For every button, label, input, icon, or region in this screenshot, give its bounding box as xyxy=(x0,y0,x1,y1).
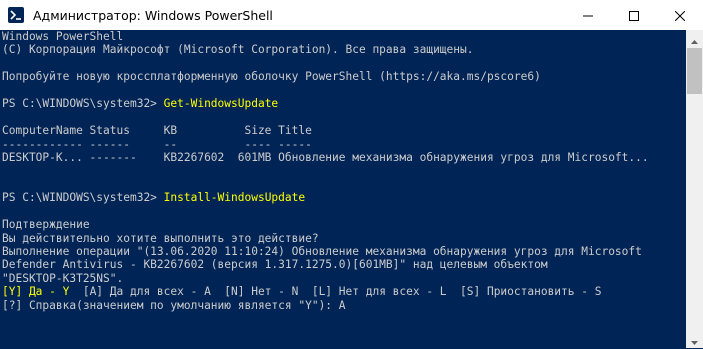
command-text: Get-WindowsUpdate xyxy=(163,97,279,111)
console-line: Defender Antivirus - KB2267602 (версия 1… xyxy=(2,258,548,272)
chevron-down-icon xyxy=(691,330,698,349)
chevron-up-icon xyxy=(691,29,698,48)
console-line: [Y] Да - Y [A] Да для всех - A [N] Нет -… xyxy=(2,285,684,298)
window-title: Администратор: Windows PowerShell xyxy=(33,7,273,23)
console-line: ------------ ------ -- ---- ----- xyxy=(2,137,312,151)
console-line: Выполнение операции "(13.06.2020 11:10:2… xyxy=(2,245,642,258)
scroll-down-button[interactable] xyxy=(686,331,703,348)
console-line: "DESKTOP-K3T25NS". xyxy=(2,271,124,285)
vertical-scrollbar[interactable] xyxy=(686,30,703,348)
console-line: [?] Справка(значением по умолчанию являе… xyxy=(2,298,346,312)
title-bar[interactable]: Администратор: Windows PowerShell xyxy=(0,0,703,30)
scroll-thumb[interactable] xyxy=(687,48,702,94)
prompt-text: PS C:\WINDOWS\system32> xyxy=(2,191,164,205)
maximize-button[interactable] xyxy=(611,0,657,30)
console-line: Подтверждение xyxy=(2,218,90,232)
maximize-icon xyxy=(629,6,639,25)
console-line: DESKTOP-K... ------- KB2267602 601MB Обн… xyxy=(2,150,649,164)
close-button[interactable] xyxy=(657,0,703,30)
console-line: Windows PowerShell xyxy=(2,30,124,43)
window-controls xyxy=(565,0,703,30)
console-line: PS C:\WINDOWS\system32> Install-WindowsU… xyxy=(2,191,684,204)
minimize-icon xyxy=(583,6,593,25)
console-line: ComputerName Status KB Size Title xyxy=(2,124,312,138)
console-line: PS C:\WINDOWS\system32> Get-WindowsUpdat… xyxy=(2,97,684,110)
minimize-button[interactable] xyxy=(565,0,611,30)
powershell-window: Администратор: Windows PowerShell Window… xyxy=(0,0,703,348)
console-line: (C) Корпорация Майкрософт (Microsoft Cor… xyxy=(2,43,474,57)
console-line: Попробуйте новую кроссплатформенную обол… xyxy=(2,70,541,84)
console-line: Вы действительно хотите выполнить это де… xyxy=(2,231,319,245)
command-text: Install-WindowsUpdate xyxy=(163,191,306,205)
prompt-text: PS C:\WINDOWS\system32> xyxy=(2,97,164,111)
powershell-icon xyxy=(8,7,24,23)
scroll-up-button[interactable] xyxy=(686,30,703,47)
close-icon xyxy=(674,6,686,25)
choice-option: [A] Да для всех - A [N] Нет - N [L] Нет … xyxy=(69,285,602,299)
console-output[interactable]: Windows PowerShell (C) Корпорация Майкрос… xyxy=(2,30,684,348)
choice-option: [Y] Да - Y xyxy=(2,285,70,299)
